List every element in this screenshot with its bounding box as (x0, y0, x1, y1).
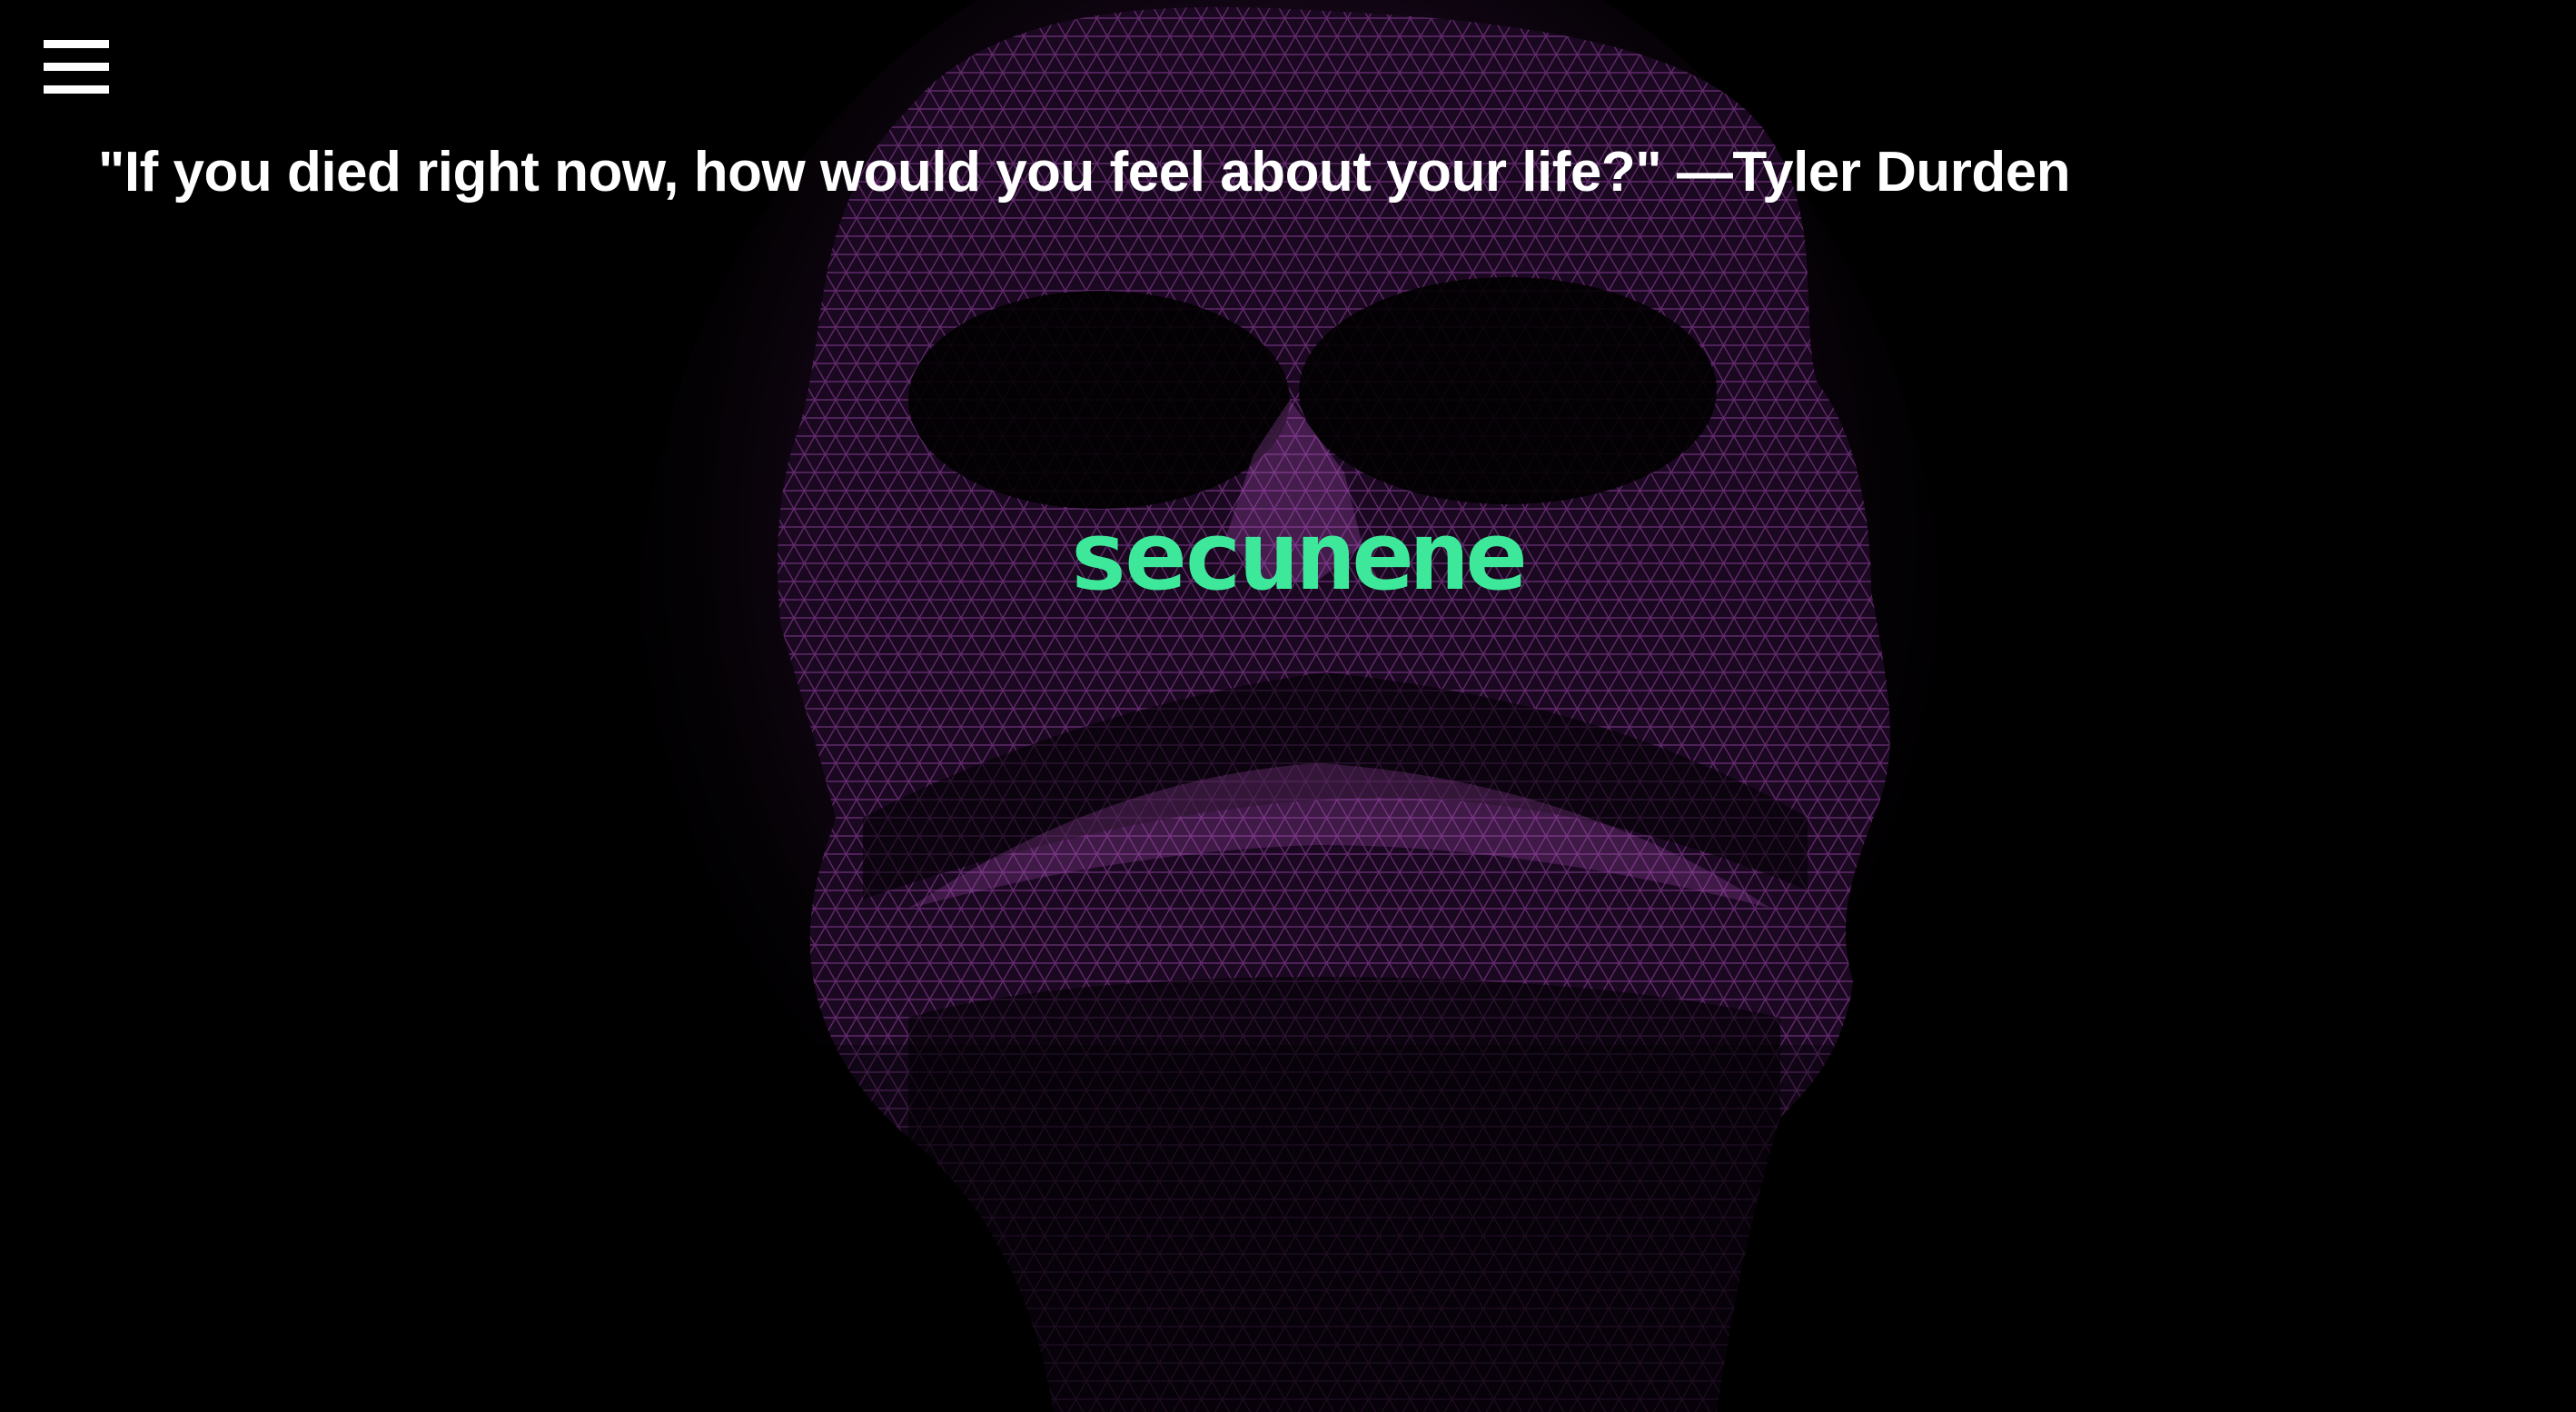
brand-logo[interactable]: secunene (1067, 509, 1540, 609)
menu-bar (44, 40, 109, 48)
menu-bar (44, 85, 109, 94)
logo-text: secunene (1067, 509, 1524, 609)
hamburger-menu-button[interactable] (40, 36, 109, 100)
quote-heading: "If you died right now, how would you fe… (98, 141, 2071, 204)
wireframe-skull-background (0, 0, 2576, 1412)
menu-bar (44, 63, 109, 71)
